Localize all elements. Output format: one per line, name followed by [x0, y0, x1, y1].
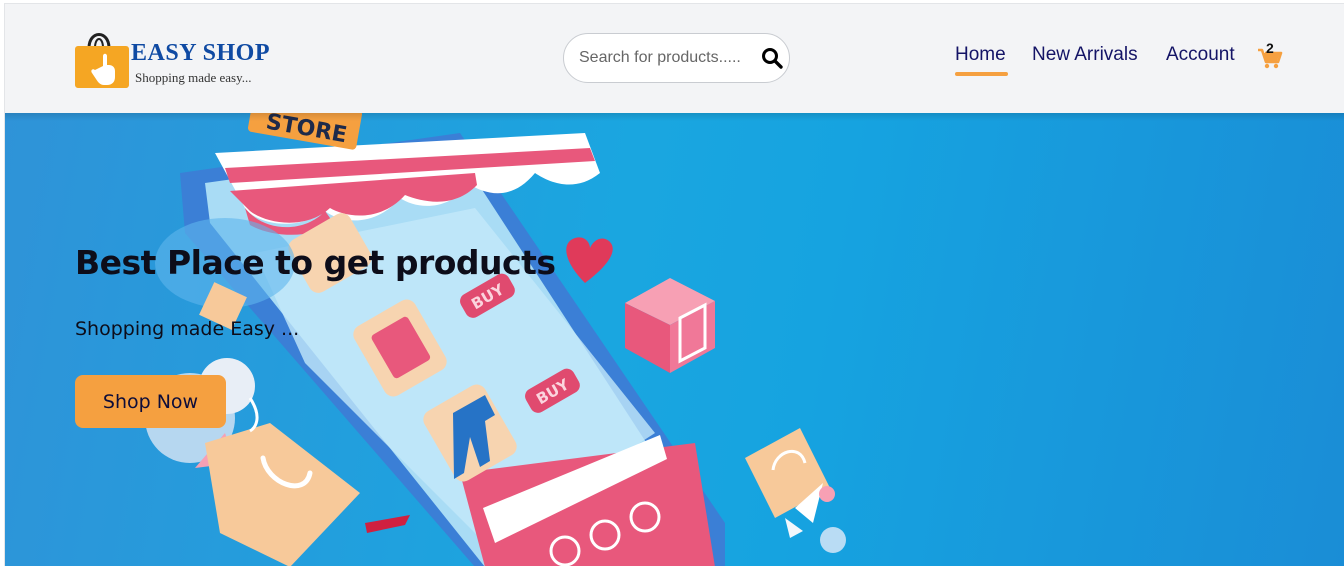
brand-logo[interactable]: EASY SHOP Shopping made easy... — [73, 26, 293, 90]
hero-top-shadow — [5, 113, 1344, 121]
gift-box-illustration — [625, 278, 715, 373]
nav-new-arrivals-link[interactable]: New Arrivals — [1032, 44, 1138, 66]
decor-right — [745, 428, 846, 553]
search-input[interactable] — [579, 47, 749, 69]
search-bar — [563, 33, 790, 83]
site-header: EASY SHOP Shopping made easy... Home New… — [5, 4, 1344, 113]
brand-tagline: Shopping made easy... — [135, 70, 252, 85]
hero-title: Best Place to get products — [75, 243, 556, 282]
nav-home-link[interactable]: Home — [955, 44, 1006, 66]
hero-subtitle: Shopping made Easy ... — [75, 318, 300, 340]
brand-name: EASY SHOP — [131, 40, 270, 66]
page: EASY SHOP Shopping made easy... Home New… — [4, 3, 1344, 566]
shop-now-button[interactable]: Shop Now — [75, 375, 226, 428]
hero-banner: STORE BUY BUY Best Place to get products… — [5, 113, 1344, 566]
nav-account-link[interactable]: Account — [1166, 44, 1235, 66]
search-icon[interactable] — [760, 46, 784, 70]
shopping-bag-logo-icon — [75, 33, 129, 88]
active-nav-indicator — [955, 72, 1008, 76]
heart-icon — [566, 237, 613, 283]
cart-count-badge: 2 — [1266, 40, 1274, 56]
